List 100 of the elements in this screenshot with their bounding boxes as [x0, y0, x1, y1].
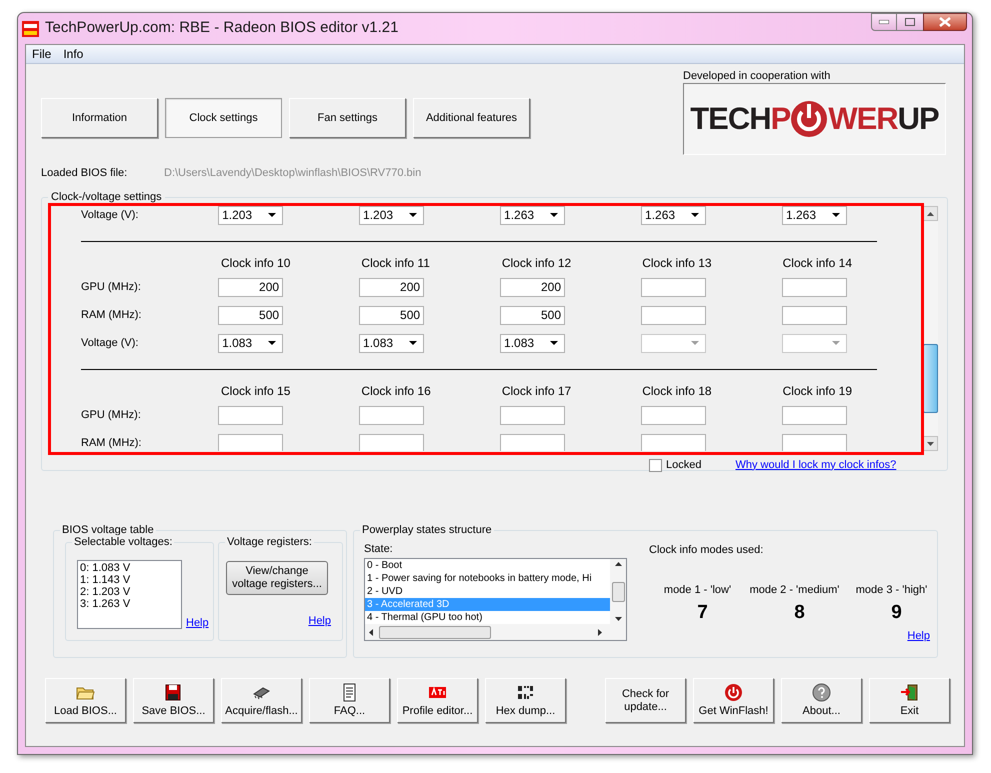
dropdown-arrow-icon — [268, 341, 276, 345]
list-item[interactable]: 0: 1.083 V — [80, 562, 181, 574]
help-link[interactable]: Help — [907, 630, 930, 642]
scroll-up-button[interactable] — [923, 206, 938, 221]
input-field[interactable] — [641, 406, 706, 424]
toolbar-button[interactable]: Acquire/flash... — [221, 678, 302, 723]
tab[interactable]: Information — [41, 98, 158, 138]
list-item[interactable]: 3: 1.263 V — [80, 598, 181, 610]
help-link[interactable]: Why would I lock my clock infos? — [735, 456, 896, 474]
input-field[interactable] — [641, 278, 706, 296]
dropdown[interactable]: 1.203 — [218, 206, 284, 224]
list-item[interactable]: 1 - Power saving for notebooks in battery mode, Hi — [365, 572, 610, 585]
view-voltage-registers-button[interactable]: View/change voltage registers... — [226, 561, 328, 595]
toolbar-button[interactable]: Save BIOS... — [133, 678, 214, 723]
input-field[interactable] — [641, 434, 706, 451]
toolbar-button[interactable]: Exit — [869, 678, 950, 723]
horizontal-scrollbar[interactable] — [365, 624, 626, 640]
toolbar-button[interactable]: Load BIOS... — [45, 678, 126, 723]
toolbar-button[interactable]: About... — [781, 678, 862, 723]
row-label: GPU (MHz): — [81, 408, 142, 423]
scrollbar-thumb[interactable] — [379, 626, 491, 638]
dropdown[interactable]: 1.263 — [782, 206, 847, 224]
input-field[interactable]: 200 — [218, 278, 284, 296]
input-field[interactable] — [641, 306, 706, 324]
input-field[interactable]: 200 — [359, 278, 424, 296]
dropdown[interactable]: 1.083 — [359, 334, 424, 352]
dropdown[interactable]: 1.083 — [500, 334, 566, 352]
row-label: GPU (MHz): — [81, 280, 142, 295]
input-field[interactable] — [218, 434, 284, 451]
input-field[interactable] — [782, 278, 847, 296]
tab[interactable]: Fan settings — [289, 98, 406, 138]
dropdown-arrow-icon — [691, 341, 700, 345]
mode-value: 9 — [890, 602, 902, 624]
scroll-down-button[interactable] — [923, 436, 938, 451]
dropdown-arrow-icon — [409, 341, 418, 345]
dropdown-arrow-icon — [832, 341, 840, 345]
app-logo-icon — [22, 20, 39, 36]
close-button[interactable] — [923, 13, 967, 31]
group-title: Powerplay states structure — [360, 523, 494, 537]
toolbar-button[interactable]: Profile editor... — [397, 678, 478, 723]
down-arrow-icon — [927, 442, 934, 446]
help-link[interactable]: Help — [308, 615, 331, 627]
input-field[interactable]: 500 — [500, 306, 566, 324]
input-field[interactable]: 500 — [218, 306, 284, 324]
menu-item[interactable]: File — [32, 47, 52, 61]
toolbar-button[interactable]: Check for update... — [605, 678, 686, 723]
tab[interactable]: Clock settings — [165, 98, 282, 138]
input-field[interactable] — [218, 406, 284, 424]
toolbar-button[interactable]: FAQ... — [309, 678, 390, 723]
dropdown-arrow-icon — [691, 213, 700, 217]
input-field[interactable] — [782, 434, 847, 451]
scrollbar-thumb[interactable] — [923, 344, 938, 413]
power-icon — [724, 683, 743, 702]
loaded-file-path: D:\Users\Lavendy\Desktop\winflash\BIOS\RV770.bin — [164, 166, 422, 181]
group-title: Voltage registers: — [225, 535, 314, 549]
menu-item[interactable]: Info — [63, 47, 84, 61]
help-link[interactable]: Help — [186, 617, 209, 629]
state-label: State: — [364, 543, 394, 556]
toolbar-button[interactable]: Get WinFlash! — [693, 678, 774, 723]
list-item[interactable]: 2 - UVD — [365, 585, 610, 598]
row-label: RAM (MHz): — [81, 436, 142, 451]
tab[interactable]: Additional features — [413, 98, 530, 138]
dropdown[interactable]: 1.263 — [500, 206, 566, 224]
input-field[interactable] — [359, 434, 424, 451]
mode-label: mode 3 - 'high' — [856, 584, 928, 597]
cooperation-caption: Developed in cooperation with — [683, 70, 832, 83]
question-icon — [812, 683, 831, 702]
dropdown[interactable]: 1.083 — [218, 334, 284, 352]
voltage-list[interactable]: 0: 1.083 V 1: 1.143 V 2: 1.203 V 3: 1.263 V — [77, 560, 182, 629]
vertical-scrollbar[interactable] — [923, 206, 938, 451]
input-field[interactable]: 500 — [359, 306, 424, 324]
maximize-button[interactable] — [897, 13, 923, 31]
list-item[interactable]: 2: 1.203 V — [80, 586, 181, 598]
mode-label: mode 1 - 'low' — [664, 584, 732, 597]
dropdown[interactable]: 1.203 — [359, 206, 424, 224]
list-item[interactable]: 1: 1.143 V — [80, 574, 181, 586]
dropdown-arrow-icon — [550, 213, 558, 217]
input-field[interactable] — [500, 434, 566, 451]
techpowerup-logo: TECHP WERUP — [683, 83, 946, 155]
toolbar-button[interactable]: Hex dump... — [485, 678, 566, 723]
up-arrow-icon — [927, 212, 934, 216]
locked-checkbox[interactable]: Locked — [649, 456, 702, 474]
input-field[interactable]: 200 — [500, 278, 566, 296]
input-field[interactable] — [500, 406, 566, 424]
scrollbar-thumb[interactable] — [612, 582, 624, 602]
vertical-scrollbar[interactable] — [610, 559, 626, 624]
row-label: Voltage (V): — [81, 208, 140, 223]
list-item[interactable]: 0 - Boot — [365, 559, 610, 572]
input-field[interactable] — [782, 406, 847, 424]
up-arrow-icon — [614, 562, 622, 566]
input-field[interactable] — [782, 306, 847, 324]
row-label: RAM (MHz): — [81, 308, 142, 323]
list-item[interactable]: 4 - Thermal (GPU too hot) — [365, 611, 610, 624]
mode-value: 7 — [696, 602, 708, 624]
down-arrow-icon — [614, 617, 622, 621]
close-icon — [939, 17, 951, 27]
minimize-button[interactable] — [871, 13, 897, 31]
maximize-icon — [905, 18, 915, 26]
dropdown[interactable]: 1.263 — [641, 206, 706, 224]
input-field[interactable] — [359, 406, 424, 424]
